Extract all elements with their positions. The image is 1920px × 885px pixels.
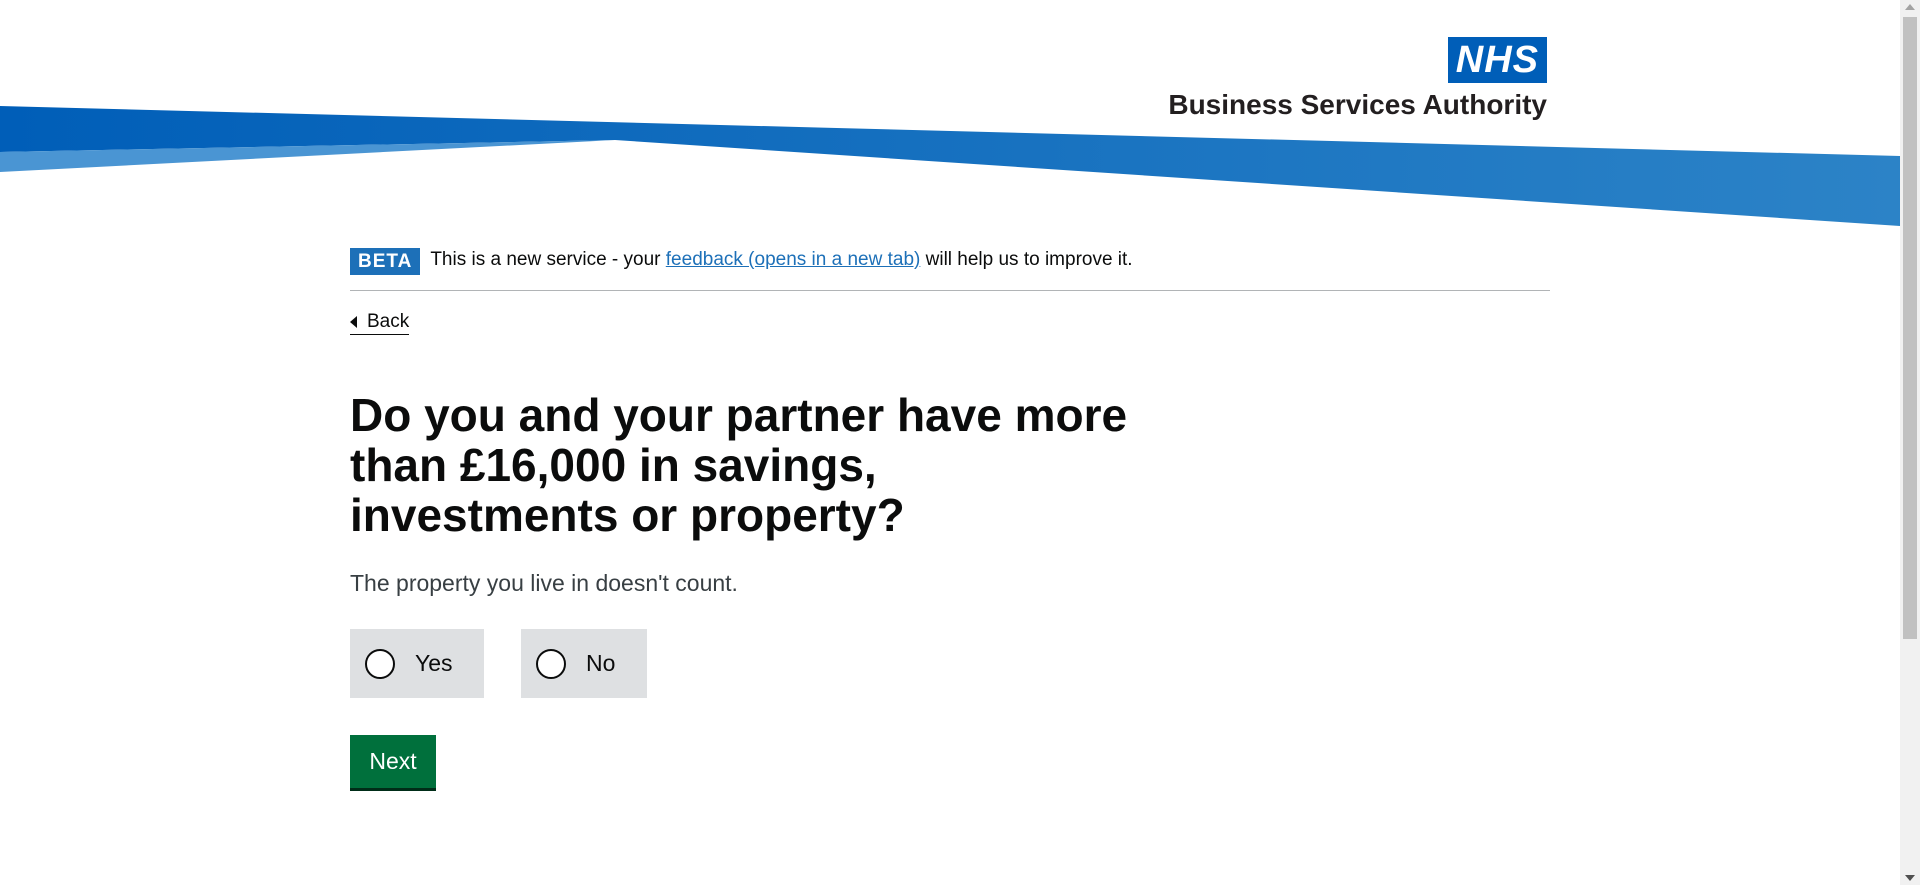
back-arrow-icon	[350, 316, 357, 328]
next-button[interactable]: Next	[350, 735, 436, 788]
question-hint: The property you live in doesn't count.	[350, 570, 738, 596]
radio-circle-icon[interactable]	[365, 648, 395, 679]
vertical-scrollbar[interactable]	[1900, 0, 1920, 885]
scroll-down-arrow-icon[interactable]	[1905, 875, 1915, 881]
scrollbar-thumb[interactable]	[1903, 17, 1917, 639]
nhs-bsa-logo[interactable]: NHS Business Services Authority	[1168, 37, 1547, 121]
question-heading: Do you and your partner have more than £…	[350, 389, 1128, 541]
radio-group: Yes No	[350, 629, 1550, 698]
phase-banner-text: This is a new service - your feedback (o…	[430, 246, 1132, 274]
scroll-up-arrow-icon[interactable]	[1905, 4, 1915, 10]
radio-option-no[interactable]: No	[521, 629, 647, 698]
organisation-name: Business Services Authority	[1168, 89, 1547, 120]
back-link-container: Back	[350, 310, 1550, 335]
radio-label-yes: Yes	[415, 650, 453, 676]
phase-text-before: This is a new service - your	[430, 249, 666, 270]
nhs-logo-mark: NHS	[1447, 37, 1547, 83]
radio-label-no: No	[586, 650, 616, 676]
radio-option-yes[interactable]: Yes	[350, 629, 484, 698]
beta-tag: BETA	[350, 248, 421, 275]
phase-text-after: will help us to improve it.	[920, 249, 1133, 270]
phase-banner: BETA This is a new service - your feedba…	[350, 248, 1550, 291]
radio-circle-icon[interactable]	[536, 648, 566, 679]
back-link[interactable]: Back	[350, 310, 410, 335]
feedback-link[interactable]: feedback (opens in a new tab)	[666, 249, 921, 270]
back-link-label: Back	[367, 311, 410, 332]
header-swoosh-banner	[0, 106, 1900, 226]
